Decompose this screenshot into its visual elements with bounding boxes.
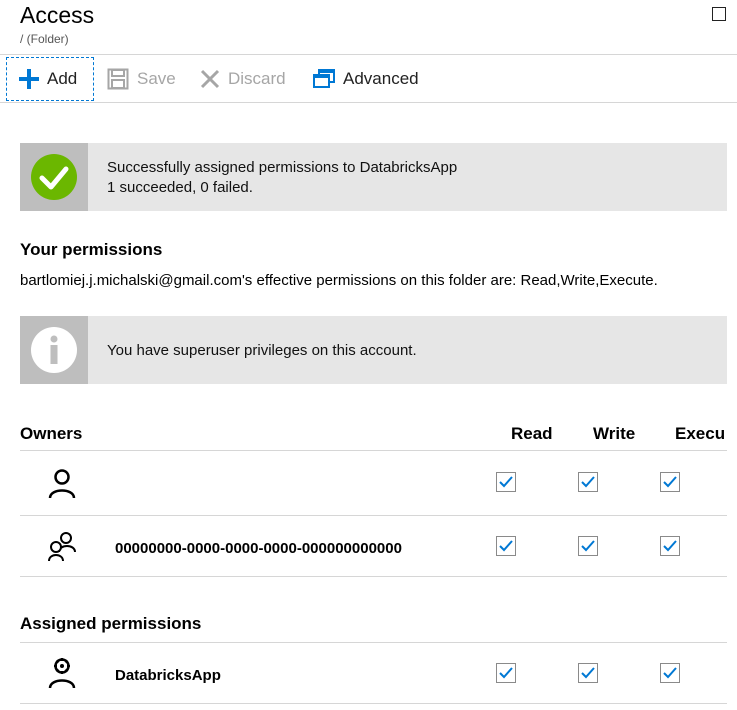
app-user-icon	[48, 658, 76, 689]
row-divider	[20, 703, 727, 704]
success-banner-side	[20, 143, 88, 211]
group-icon	[48, 532, 76, 562]
write-checkbox[interactable]	[578, 536, 598, 556]
plus-icon	[19, 69, 39, 89]
checkmark-icon	[499, 476, 513, 488]
discard-button[interactable]: Discard	[200, 56, 286, 102]
execute-checkbox[interactable]	[660, 472, 680, 492]
read-checkbox[interactable]	[496, 536, 516, 556]
save-button[interactable]: Save	[107, 56, 176, 102]
your-permissions-heading: Your permissions	[20, 240, 163, 259]
page-title: Access	[20, 2, 95, 28]
assigned-name: DatabricksApp	[115, 667, 221, 684]
toolbar-divider	[0, 102, 737, 103]
info-banner: You have superuser privileges on this ac…	[20, 316, 727, 384]
execute-column-header: Execu	[675, 424, 726, 443]
add-button[interactable]: Add	[6, 57, 94, 101]
checkmark-icon	[581, 476, 595, 488]
success-banner-line2: 1 succeeded, 0 failed.	[107, 179, 253, 196]
owner-name: 00000000-0000-0000-0000-000000000000	[115, 540, 402, 557]
write-checkbox[interactable]	[578, 663, 598, 683]
checkmark-icon	[499, 667, 513, 679]
header-divider	[0, 54, 737, 55]
table-row: 00000000-0000-0000-0000-000000000000	[20, 516, 727, 576]
maximize-button[interactable]	[712, 7, 726, 21]
row-divider	[20, 576, 727, 577]
write-checkbox[interactable]	[578, 472, 598, 492]
add-label: Add	[47, 69, 78, 88]
info-icon	[31, 327, 77, 373]
success-check-icon	[31, 154, 77, 200]
success-banner-line1: Successfully assigned permissions to Dat…	[107, 159, 458, 176]
execute-checkbox[interactable]	[660, 536, 680, 556]
info-banner-side	[20, 316, 88, 384]
table-row: DatabricksApp	[20, 643, 727, 703]
read-checkbox[interactable]	[496, 663, 516, 683]
advanced-windows-icon	[313, 69, 335, 88]
info-banner-text: You have superuser privileges on this ac…	[107, 342, 417, 359]
owners-heading: Owners	[20, 424, 83, 443]
checkmark-icon	[663, 667, 677, 679]
checkmark-icon	[499, 540, 513, 552]
discard-label: Discard	[228, 69, 286, 88]
read-column-header: Read	[511, 424, 553, 443]
save-label: Save	[137, 69, 176, 88]
checkmark-icon	[663, 540, 677, 552]
success-banner: Successfully assigned permissions to Dat…	[20, 143, 727, 211]
advanced-label: Advanced	[343, 69, 419, 88]
checkmark-icon	[581, 667, 595, 679]
table-row	[20, 451, 727, 515]
your-permissions-text: bartlomiej.j.michalski@gmail.com's effec…	[20, 272, 658, 289]
advanced-button[interactable]: Advanced	[313, 56, 419, 102]
user-icon	[48, 469, 76, 499]
execute-checkbox[interactable]	[660, 663, 680, 683]
checkmark-icon	[663, 476, 677, 488]
assigned-permissions-heading: Assigned permissions	[20, 614, 202, 633]
read-checkbox[interactable]	[496, 472, 516, 492]
write-column-header: Write	[593, 424, 636, 443]
close-icon	[200, 69, 220, 89]
save-icon	[107, 68, 129, 90]
checkmark-icon	[581, 540, 595, 552]
toolbar: Add Save Discard Advanced	[0, 56, 737, 102]
page-subtitle: / (Folder)	[20, 32, 69, 46]
